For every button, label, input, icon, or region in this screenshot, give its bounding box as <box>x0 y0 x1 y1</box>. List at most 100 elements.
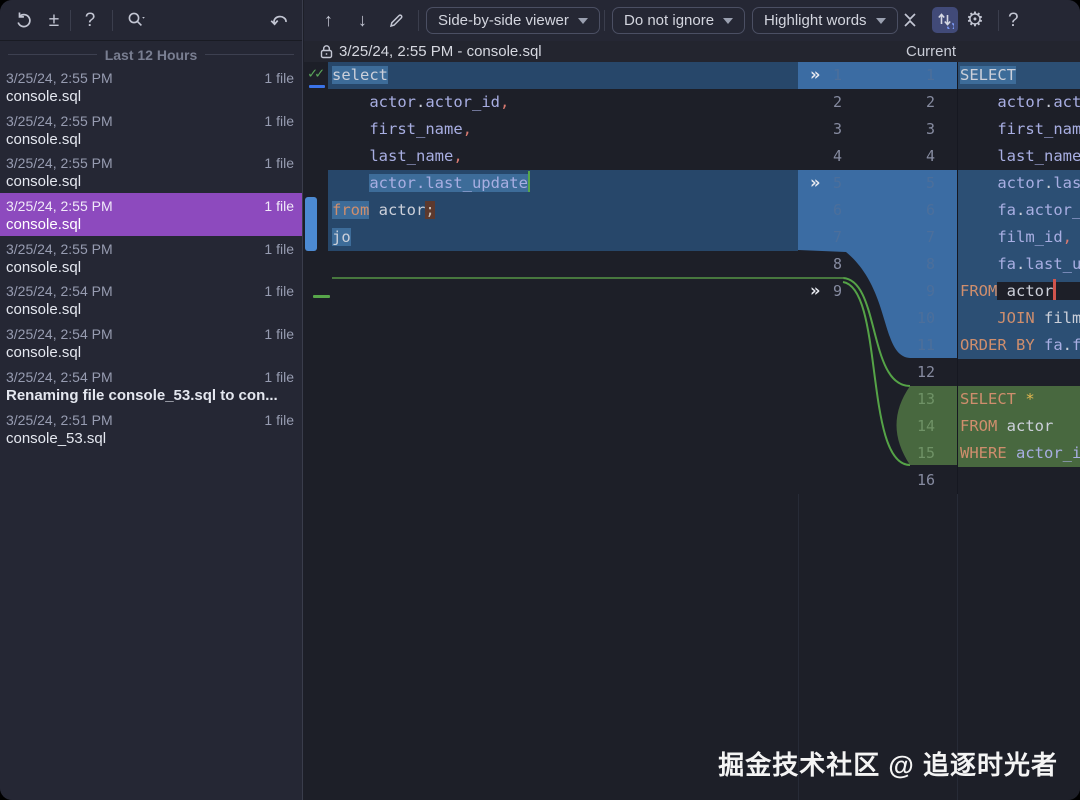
viewer-mode-dropdown[interactable]: Side-by-side viewer <box>426 7 600 34</box>
code-token: ORDER BY <box>960 336 1035 354</box>
code-token: actor <box>997 174 1044 192</box>
list-item[interactable]: 3/25/24, 2:55 PM1 fileconsole.sql <box>0 236 302 279</box>
entry-file-count: 1 file <box>264 154 294 172</box>
help-icon[interactable]: ? <box>1008 0 1032 40</box>
gutter-row: 8 <box>891 251 938 278</box>
code-token: first_nam <box>997 120 1080 138</box>
code-token: fa <box>997 201 1016 219</box>
code-line: JOIN film <box>958 305 1080 332</box>
gutter-row: »5 <box>798 170 845 197</box>
entry-file-count: 1 file <box>264 325 294 343</box>
code-line <box>304 278 798 305</box>
line-number: 8 <box>833 251 842 278</box>
changed-range-marker[interactable] <box>305 197 317 251</box>
code-token <box>960 93 997 111</box>
entry-filename: console.sql <box>6 215 294 234</box>
history-section-header: Last 12 Hours <box>0 44 302 65</box>
code-line: first_name, <box>304 116 798 143</box>
code-token: first_name <box>369 120 462 138</box>
insertion-gutter-marker <box>313 295 330 298</box>
gutter-row: 2 <box>798 89 845 116</box>
ignore-policy-dropdown[interactable]: Do not ignore <box>612 7 745 34</box>
toolbar-divider <box>998 10 999 31</box>
toolbar-divider <box>70 10 71 31</box>
code-token: select <box>332 66 388 84</box>
right-code: SELECT actor.act first_nam last_name act… <box>958 62 1080 494</box>
right-gutter: 12345678910111213141516 <box>891 62 938 494</box>
entry-timestamp: 3/25/24, 2:55 PM <box>6 197 294 215</box>
entry-file-count: 1 file <box>264 197 294 215</box>
entry-file-count: 1 file <box>264 69 294 87</box>
chevron-down-icon <box>723 18 733 24</box>
apply-change-chevron-icon[interactable]: » <box>810 278 818 304</box>
left-code: select actor.actor_id, first_name, last_… <box>304 62 798 305</box>
code-line: SELECT * <box>958 386 1080 413</box>
search-icon[interactable] <box>120 0 152 40</box>
rollback-arrow-icon[interactable] <box>266 0 294 40</box>
gutter-row: 4 <box>891 143 938 170</box>
entry-filename: console.sql <box>6 343 294 362</box>
code-token: actor.last_update <box>369 174 528 192</box>
gutter-row: 3 <box>798 116 845 143</box>
code-token: . <box>1044 93 1053 111</box>
entry-filename: console.sql <box>6 300 294 319</box>
sync-scroll-toggle[interactable] <box>932 7 958 33</box>
list-item[interactable]: 3/25/24, 2:55 PM1 fileconsole.sql <box>0 108 302 151</box>
left-editor-pane[interactable]: select actor.actor_id, first_name, last_… <box>304 62 798 800</box>
code-token: film <box>1044 309 1080 327</box>
line-number: 7 <box>833 224 842 251</box>
apply-change-chevron-icon[interactable]: » <box>810 62 818 88</box>
gutter-row: 16 <box>891 467 938 494</box>
code-token <box>1056 282 1080 300</box>
right-editor-pane[interactable]: SELECT actor.act first_nam last_name act… <box>957 62 1080 800</box>
code-line: jo <box>304 224 798 251</box>
list-item[interactable]: 3/25/24, 2:55 PM1 fileconsole.sql <box>0 193 302 236</box>
code-token <box>997 282 1006 300</box>
edit-source-icon[interactable] <box>388 0 412 40</box>
code-token: FROM <box>960 417 997 435</box>
list-item[interactable]: 3/25/24, 2:54 PM1 fileRenaming file cons… <box>0 364 302 407</box>
code-token <box>997 417 1006 435</box>
code-line: FROM actor <box>958 278 1080 305</box>
list-item[interactable]: 3/25/24, 2:55 PM1 fileconsole.sql <box>0 65 302 108</box>
code-token <box>332 147 369 165</box>
left-gutter: »1234»5678»9 <box>798 62 845 305</box>
diff-header: 3/25/24, 2:55 PM - console.sql Current <box>304 41 1080 62</box>
list-item[interactable]: 3/25/24, 2:54 PM1 fileconsole.sql <box>0 321 302 364</box>
code-line: fa.last_u <box>958 251 1080 278</box>
highlight-mode-dropdown[interactable]: Highlight words <box>752 7 898 34</box>
inspections-ok-icon[interactable]: ✓ ✓ <box>308 64 334 90</box>
list-item[interactable]: 3/25/24, 2:55 PM1 fileconsole.sql <box>0 150 302 193</box>
line-number: 4 <box>833 143 842 170</box>
entry-filename: console.sql <box>6 258 294 277</box>
toolbar-divider <box>112 10 113 31</box>
right-revision-title: Current <box>906 41 956 62</box>
previous-change-icon[interactable]: ↑ <box>324 0 344 40</box>
code-line: from actor; <box>304 197 798 224</box>
list-item[interactable]: 3/25/24, 2:51 PM1 fileconsole_53.sql <box>0 407 302 450</box>
code-line <box>958 359 1080 386</box>
line-number: 7 <box>926 224 935 251</box>
gutter-row: 4 <box>798 143 845 170</box>
entry-filename: console.sql <box>6 172 294 191</box>
next-change-icon[interactable]: ↓ <box>358 0 378 40</box>
show-diff-icon[interactable]: ± <box>42 0 66 40</box>
code-token: * <box>1025 390 1034 408</box>
code-token: actor_ <box>1025 201 1080 219</box>
code-token: FROM <box>960 282 997 300</box>
entry-timestamp: 3/25/24, 2:51 PM <box>6 411 294 429</box>
collapse-unchanged-icon[interactable] <box>902 0 926 40</box>
list-item[interactable]: 3/25/24, 2:54 PM1 fileconsole.sql <box>0 278 302 321</box>
help-icon[interactable]: ? <box>78 0 102 40</box>
gutter-row: 15 <box>891 440 938 467</box>
code-line <box>304 251 798 278</box>
code-token <box>960 228 997 246</box>
line-number: 6 <box>833 197 842 224</box>
revert-icon[interactable] <box>10 0 38 40</box>
line-number: 13 <box>917 386 935 413</box>
settings-gear-icon[interactable]: ⚙ <box>966 0 990 40</box>
apply-change-chevron-icon[interactable]: » <box>810 170 818 196</box>
code-token: , <box>463 120 472 138</box>
code-token: ; <box>425 201 434 219</box>
entry-file-count: 1 file <box>264 240 294 258</box>
